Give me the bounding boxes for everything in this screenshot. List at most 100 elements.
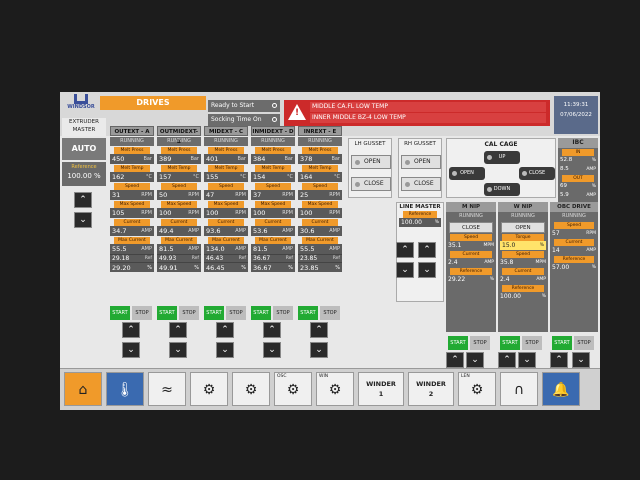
drive-b-up-button[interactable]: ⌃ [169, 322, 187, 338]
master-down-button[interactable]: ⌄ [74, 212, 92, 228]
line-master-reference[interactable]: 100.00% [399, 218, 441, 227]
win-button[interactable]: WIN ⚙ [316, 372, 354, 406]
hmi-screen: WINDSOR DRIVES Ready to Start Socking Ti… [60, 92, 600, 410]
cal-cage-open-button[interactable]: OPEN [449, 167, 485, 180]
magnet-icon: ∩ [513, 382, 525, 398]
ibc-title: IBC [558, 138, 598, 148]
start-button[interactable]: START [251, 306, 271, 320]
drive-column-e: INREXT - E RUNNING Melt Press 378 Bar Mel… [298, 126, 342, 336]
m-nip-panel: M NIP RUNNING CLOSE Speed 35.1 MPM Curren… [446, 202, 496, 332]
master-reference[interactable]: Reference 100.00 % [62, 162, 106, 186]
stop-button[interactable]: STOP [273, 306, 293, 320]
m-nip-start-stop: START STOP [448, 336, 492, 350]
m-nip-close-button[interactable]: CLOSE [449, 222, 493, 233]
drive-a-down-button[interactable]: ⌄ [122, 342, 140, 358]
line-master-title: LINE MASTER [399, 204, 441, 210]
cal-cage-up-button[interactable]: UP [484, 151, 520, 164]
stop-button[interactable]: STOP [179, 306, 199, 320]
drive-column-d: INMIDEXT - D RUNNING Melt Press 384 Bar M… [251, 126, 295, 336]
motor-icon: ⚙ [202, 382, 216, 398]
lh-gusset-title: LH GUSSET [354, 141, 386, 147]
drive-a-start-stop: START STOP [110, 306, 154, 320]
current-value: 34.7 AMP [110, 226, 154, 236]
obc-up-button[interactable]: ⌃ [550, 352, 568, 368]
lh-gusset-close-button[interactable]: CLOSE [351, 177, 391, 191]
home-icon: ⌂ [78, 382, 88, 398]
start-button[interactable]: START [110, 306, 130, 320]
stop-button[interactable]: STOP [132, 306, 152, 320]
start-button[interactable]: START [298, 306, 318, 320]
drive-e-down-button[interactable]: ⌄ [310, 342, 328, 358]
auto-mode-button[interactable]: AUTO [62, 138, 106, 160]
alarm-banner[interactable]: ! MIDDLE CA.FL LOW TEMP INNER MIDDLE BZ-… [284, 100, 550, 126]
magnet-button[interactable]: ∩ [500, 372, 538, 406]
clock-date: 07/06/2022 [560, 112, 592, 118]
hmi-bezel: WINDSOR DRIVES Ready to Start Socking Ti… [0, 0, 640, 480]
obc-down-button[interactable]: ⌄ [572, 352, 590, 368]
w-nip-start-stop: START STOP [500, 336, 544, 350]
drive-c-down-button[interactable]: ⌄ [216, 342, 234, 358]
percent-value: 29.20% [110, 262, 154, 272]
drive-c-up-button[interactable]: ⌃ [216, 322, 234, 338]
drive-title: OUTEXT - A [110, 126, 154, 136]
start-button[interactable]: START [157, 306, 177, 320]
m-nip-down-button[interactable]: ⌄ [466, 352, 484, 368]
trend-button[interactable]: ≈ [148, 372, 186, 406]
cal-cage-close-button[interactable]: CLOSE [519, 167, 555, 180]
speed-value: 31 RPM [110, 190, 154, 200]
alarm-message-1: MIDDLE CA.FL LOW TEMP [310, 102, 546, 112]
rh-gusset-close-button[interactable]: CLOSE [401, 177, 441, 191]
ref-value[interactable]: 29.18 Ref [110, 254, 154, 262]
cal-cage-down-button[interactable]: DOWN [484, 183, 520, 196]
w-nip-up-button[interactable]: ⌃ [498, 352, 516, 368]
socking-time-label: Socking Time On [211, 116, 262, 123]
drive-b-down-button[interactable]: ⌄ [169, 342, 187, 358]
stop-button[interactable]: STOP [320, 306, 340, 320]
clock-panel: 11:39:31 07/06/2022 [554, 96, 598, 134]
osc-button[interactable]: OSC ⚙ [274, 372, 312, 406]
ibc-in-value-2: 8.5 AMP [560, 166, 596, 172]
line-master-up-right-button[interactable]: ⌃ [418, 242, 436, 258]
logo-text: WINDSOR [67, 104, 95, 110]
obc-drive-title: OBC DRIVE [550, 202, 598, 212]
drive-a-up-button[interactable]: ⌃ [122, 322, 140, 338]
gears-button[interactable]: ⚙ [232, 372, 270, 406]
drive-d-start-stop: START STOP [251, 306, 295, 320]
home-button[interactable]: ⌂ [64, 372, 102, 406]
windsor-logo: WINDSOR [62, 94, 100, 116]
trend-icon: ≈ [161, 382, 173, 398]
stop-button[interactable]: STOP [226, 306, 246, 320]
w-nip-down-button[interactable]: ⌄ [518, 352, 536, 368]
line-master-down-left-button[interactable]: ⌄ [396, 262, 414, 278]
drive-d-down-button[interactable]: ⌄ [263, 342, 281, 358]
winder-2-button[interactable]: WINDER 2 [408, 372, 454, 406]
ibc-out-value-2: 5.9 AMP [560, 192, 596, 198]
socking-check-icon [272, 117, 277, 122]
master-up-button[interactable]: ⌃ [74, 192, 92, 208]
m-nip-title: M NIP [446, 202, 496, 212]
len-button[interactable]: LEN ⚙ [458, 372, 496, 406]
alarm-bell-button[interactable]: 🔔 [542, 372, 580, 406]
w-nip-open-button[interactable]: OPEN [501, 222, 545, 233]
drive-status: RUNNING [110, 137, 154, 146]
drive-d-up-button[interactable]: ⌃ [263, 322, 281, 338]
cal-cage-title: CAL CAGE [484, 141, 518, 148]
lh-gusset-open-button[interactable]: OPEN [351, 155, 391, 169]
motor-button[interactable]: ⚙ [190, 372, 228, 406]
drive-e-up-button[interactable]: ⌃ [310, 322, 328, 338]
drive-column-c: MIDEXT - C RUNNING Melt Press 401 Bar Mel… [204, 126, 248, 336]
ready-check-icon [272, 103, 277, 108]
winder-1-button[interactable]: WINDER 1 [358, 372, 404, 406]
max-current-value: 55.5 AMP [110, 244, 154, 254]
m-nip-up-button[interactable]: ⌃ [446, 352, 464, 368]
temperature-button[interactable]: 🌡 [106, 372, 144, 406]
drive-c-start-stop: START STOP [204, 306, 248, 320]
line-master-down-right-button[interactable]: ⌄ [418, 262, 436, 278]
w-nip-panel: W NIP RUNNING OPEN Torque 15.0% Speed 35… [498, 202, 548, 332]
max-speed-value: 105 RPM [110, 208, 154, 218]
start-button[interactable]: START [204, 306, 224, 320]
footer-nav: ⌂ 🌡 ≈ ⚙ ⚙ OSC ⚙ WIN ⚙ WINDER 1 WINDER 2 LEN ⚙… [60, 368, 600, 410]
line-master-up-left-button[interactable]: ⌃ [396, 242, 414, 258]
rh-gusset-open-button[interactable]: OPEN [401, 155, 441, 169]
ibc-in-value-1: 52.8% [560, 157, 596, 163]
